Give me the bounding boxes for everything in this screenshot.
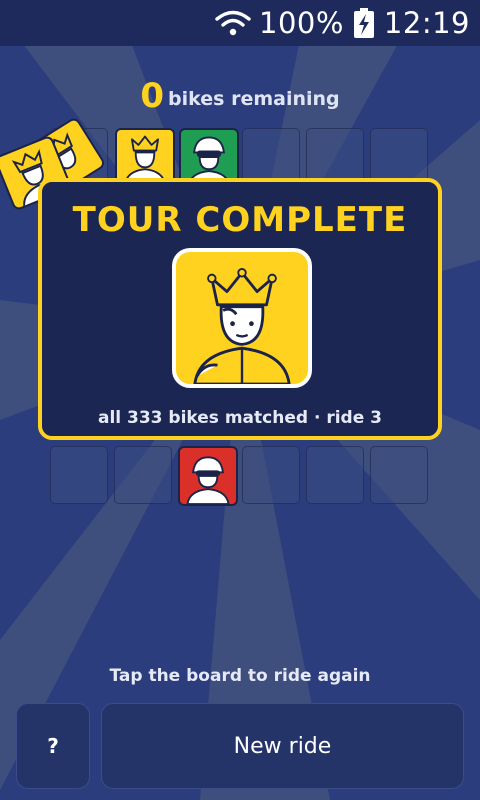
board-cell[interactable]: [242, 446, 300, 504]
bikes-remaining: 0 bikes remaining: [0, 76, 480, 116]
board-cell[interactable]: [370, 446, 428, 504]
battery-percent: 100%: [259, 6, 344, 40]
dialog-title: TOUR COMPLETE: [72, 200, 408, 240]
remaining-label: bikes remaining: [168, 88, 340, 110]
wifi-icon: [215, 10, 251, 36]
bike-tile-red[interactable]: [178, 446, 238, 506]
status-bar: 100% 12:19: [0, 0, 480, 46]
tour-complete-dialog[interactable]: TOUR COMPLETE all 333 bikes matched · ri…: [38, 178, 442, 440]
helmet-rider-icon: [186, 456, 230, 504]
clock: 12:19: [383, 6, 470, 40]
board-cell[interactable]: [306, 446, 364, 504]
replay-hint: Tap the board to ride again: [109, 666, 371, 686]
dialog-subtitle: all 333 bikes matched · ride 3: [97, 408, 382, 428]
battery-charging-icon: [353, 8, 374, 38]
help-button[interactable]: ?: [16, 703, 90, 789]
board-cell[interactable]: [50, 446, 108, 504]
king-rider-icon: [193, 268, 291, 384]
board-cell[interactable]: [114, 446, 172, 504]
champion-card: [172, 248, 312, 388]
remaining-count: 0: [140, 76, 165, 116]
new-ride-button[interactable]: New ride: [101, 703, 464, 789]
